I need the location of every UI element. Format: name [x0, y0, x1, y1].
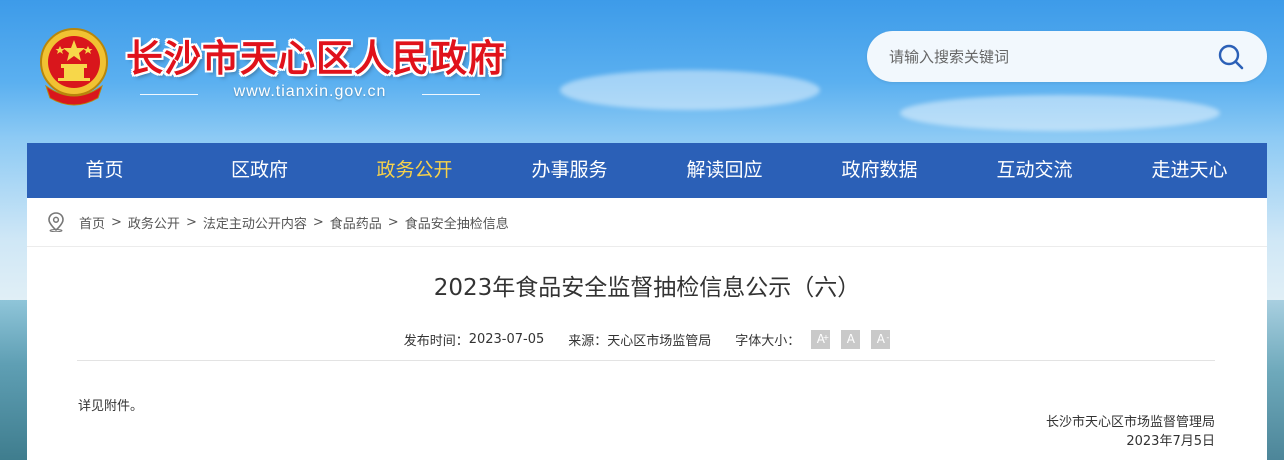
nav-item-government-data[interactable]: 政府数据	[802, 143, 957, 198]
font-size-label: 字体大小：	[735, 334, 801, 349]
nav-item-about-tianxin[interactable]: 走进天心	[1112, 143, 1267, 198]
site-url-row: www.tianxin.gov.cn	[140, 83, 480, 107]
article-body: 详见附件。	[78, 399, 144, 414]
signature-org: 长沙市天心区市场监督管理局	[1045, 415, 1215, 430]
location-pin-icon	[48, 212, 64, 232]
breadcrumb-link-home[interactable]: 首页	[79, 213, 105, 232]
url-decor-line-right	[422, 94, 480, 95]
breadcrumb-link-statutory-disclosure[interactable]: 法定主动公开内容	[203, 213, 307, 232]
breadcrumb-separator: >	[111, 214, 122, 230]
content-panel: 首页 > 政务公开 > 法定主动公开内容 > 食品药品 > 食品安全抽检信息 2…	[27, 198, 1267, 460]
nav-item-services[interactable]: 办事服务	[492, 143, 647, 198]
publish-date: 2023-07-05	[468, 332, 545, 347]
nav-item-interpretation[interactable]: 解读回应	[647, 143, 802, 198]
source-value: 天心区市场监管局	[607, 334, 712, 349]
nav-item-district-government[interactable]: 区政府	[182, 143, 337, 198]
meta-divider	[77, 360, 1215, 361]
source-label: 来源：	[568, 334, 608, 349]
font-size-increase-button[interactable]: A +	[811, 330, 831, 349]
breadcrumb-separator: >	[387, 214, 399, 230]
search-icon[interactable]	[1217, 43, 1245, 71]
breadcrumb-link-government-affairs[interactable]: 政务公开	[128, 213, 180, 232]
breadcrumb-divider	[27, 246, 1267, 247]
background-cloud	[900, 95, 1220, 131]
nav-item-interaction[interactable]: 互动交流	[957, 143, 1112, 198]
site-title: 长沙市天心区人民政府	[126, 36, 506, 80]
breadcrumb: 首页 > 政务公开 > 法定主动公开内容 > 食品药品 > 食品安全抽检信息	[47, 212, 509, 232]
main-nav: 首页 区政府 政务公开 办事服务 解读回应 政府数据 互动交流 走进天心	[27, 143, 1267, 198]
font-size-decrease-button[interactable]: A-	[871, 330, 891, 349]
nav-item-home[interactable]: 首页	[27, 143, 182, 198]
article-signature: 长沙市天心区市场监督管理局 2023年7月5日	[1046, 413, 1215, 451]
signature-date: 2023年7月5日	[1126, 434, 1215, 449]
breadcrumb-separator: >	[185, 214, 197, 230]
national-emblem-icon	[40, 28, 108, 106]
background-cloud	[560, 70, 820, 110]
background-scenery-left	[0, 300, 30, 460]
article-title: 2023年食品安全监督抽检信息公示（六）	[433, 275, 861, 301]
nav-item-government-affairs[interactable]: 政务公开	[337, 143, 492, 198]
font-size-default-label: A	[846, 332, 855, 346]
minus-icon: -	[886, 333, 890, 342]
search-box	[867, 31, 1267, 82]
article-meta: 发布时间： 2023-07-05 来源： 天心区市场监管局 字体大小： A + A…	[27, 330, 1267, 349]
breadcrumb-separator: >	[312, 214, 324, 230]
plus-icon: +	[822, 333, 830, 342]
search-input[interactable]	[887, 43, 1211, 71]
publish-label: 发布时间：	[403, 334, 469, 349]
font-size-default-button[interactable]: A	[841, 330, 861, 349]
breadcrumb-link-food-safety-inspection[interactable]: 食品安全抽检信息	[405, 213, 509, 232]
breadcrumb-link-food-drugs[interactable]: 食品药品	[330, 213, 382, 232]
font-size-decrease-label: A	[876, 332, 885, 346]
site-url: www.tianxin.gov.cn	[233, 83, 387, 100]
